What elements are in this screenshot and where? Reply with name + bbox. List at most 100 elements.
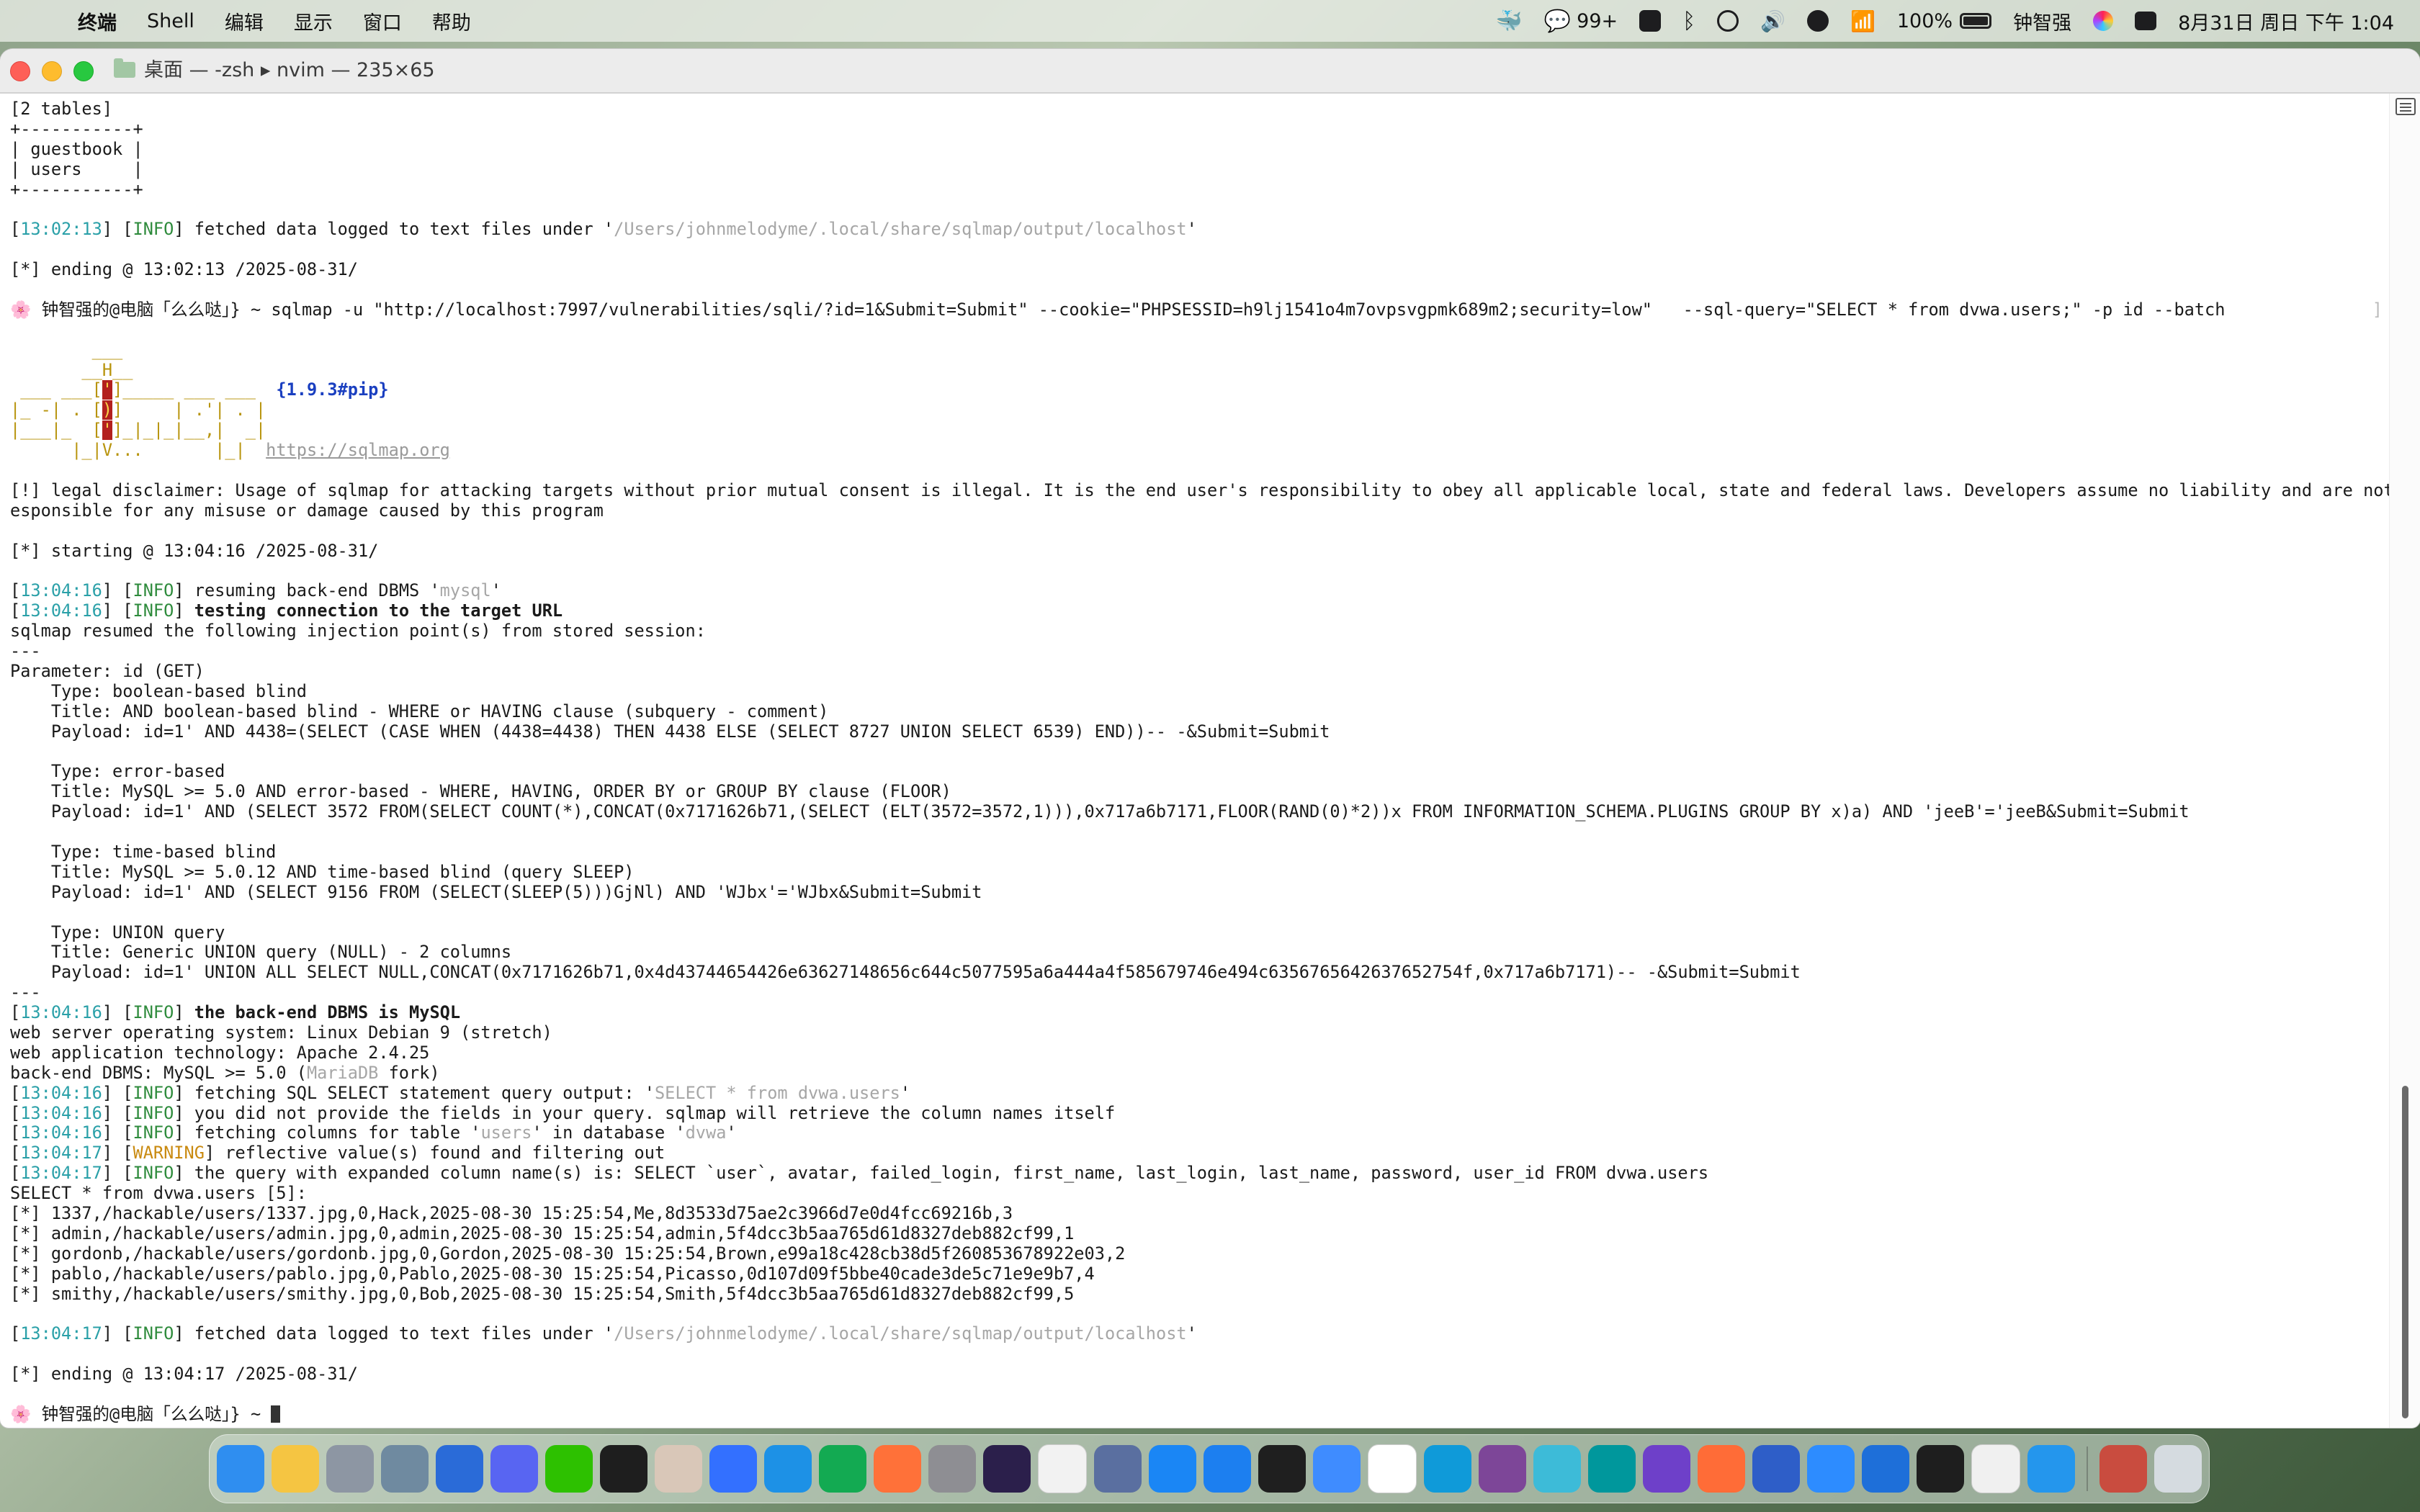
autodesk-icon[interactable] <box>1094 1445 1142 1493</box>
zoom-button[interactable] <box>73 61 94 81</box>
output-line: | guestbook | <box>10 139 143 159</box>
user-name[interactable]: 钟智强 <box>2013 7 2071 35</box>
log-line: [13:04:17] [INFO] fetched data logged to… <box>10 1324 1197 1344</box>
bluetooth-icon[interactable]: ᛒ <box>1682 9 1695 34</box>
vnc-viewer-icon[interactable] <box>1862 1445 1909 1493</box>
mongodb-compass-icon[interactable] <box>819 1445 866 1493</box>
pycharm-icon[interactable] <box>1258 1445 1306 1493</box>
log-segment: fetching SQL SELECT statement query outp… <box>184 1083 655 1103</box>
edge-icon[interactable] <box>1424 1445 1471 1493</box>
result-row: [*] 1337,/hackable/users/1337.jpg,0,Hack… <box>10 1203 1013 1223</box>
menu-window[interactable]: 窗口 <box>363 7 402 35</box>
log-segment: you did not provide the fields in your q… <box>184 1103 1116 1123</box>
github-desktop-icon[interactable] <box>1643 1445 1690 1493</box>
arduino-icon[interactable] <box>1588 1445 1636 1493</box>
prompt-line[interactable]: 🌸 钟智强的@电脑「么么哒」} ~ <box>10 1405 2390 1425</box>
feishu-icon[interactable] <box>709 1445 757 1493</box>
baidu-netdisk-icon[interactable] <box>1313 1445 1361 1493</box>
ramjet-icon[interactable] <box>436 1445 483 1493</box>
discord-icon[interactable] <box>490 1445 538 1493</box>
trash-icon[interactable] <box>2154 1445 2202 1493</box>
output-line: Parameter: id (GET) <box>10 661 205 681</box>
log-segment: the query with expanded column name(s) i… <box>184 1164 1709 1184</box>
output-line: --- <box>10 642 41 662</box>
menu-app-terminal[interactable]: 终端 <box>78 7 117 35</box>
menu-shell[interactable]: Shell <box>147 10 194 32</box>
output-line: | users | <box>10 159 143 179</box>
wechat-status-icon[interactable]: 💬 99+ <box>1544 9 1618 34</box>
control-center-icon[interactable] <box>2135 12 2157 30</box>
close-button[interactable] <box>10 61 30 81</box>
menu-view[interactable]: 显示 <box>294 7 333 35</box>
output-line: [*] starting @ 13:04:16 /2025-08-31/ <box>10 541 379 561</box>
output-line: [!] legal disclaimer: Usage of sqlmap fo… <box>10 480 2390 500</box>
log-time: 13:04:16 <box>20 601 102 621</box>
firefox-dev-icon[interactable] <box>874 1445 921 1493</box>
avatar-app-icon[interactable] <box>655 1445 702 1493</box>
prompt-text: 钟智强的@电脑「么么哒」} ~ <box>41 300 261 320</box>
banner-highlight: ' <box>102 420 113 441</box>
menu-edit[interactable]: 编辑 <box>225 7 264 35</box>
flower-icon: 🌸 <box>10 1404 32 1424</box>
banner-part: |___|_ [ <box>10 420 102 441</box>
log-tag: INFO <box>133 581 174 601</box>
tor-browser-icon[interactable] <box>1479 1445 1526 1493</box>
log-line: [13:04:17] [INFO] the query with expande… <box>10 1164 1709 1184</box>
app-store-icon[interactable] <box>1149 1445 1196 1493</box>
postman-like-icon[interactable] <box>1698 1445 1745 1493</box>
docker-icon[interactable] <box>764 1445 812 1493</box>
ollama-icon[interactable] <box>1038 1444 1087 1493</box>
messages-icon[interactable] <box>928 1445 976 1493</box>
output-line: sqlmap resumed the following injection p… <box>10 621 706 642</box>
output-line: +-----------+ <box>10 119 143 139</box>
docker-status-icon[interactable]: 🐳 <box>1495 9 1522 34</box>
disk-utility-icon[interactable] <box>326 1445 374 1493</box>
finder-icon[interactable] <box>217 1445 264 1493</box>
wifi-icon[interactable]: 📶 <box>1850 9 1876 33</box>
play-status-icon[interactable] <box>1717 10 1739 32</box>
text-edit-icon[interactable] <box>1971 1444 2020 1493</box>
banner-line: ___ <box>10 340 123 360</box>
archive-utility-icon[interactable] <box>381 1445 429 1493</box>
volume-icon[interactable]: 🔊 <box>1760 9 1785 33</box>
pages-icon[interactable] <box>1752 1445 1800 1493</box>
qq-icon[interactable] <box>600 1445 647 1493</box>
xcode-beta-icon[interactable] <box>1204 1445 1251 1493</box>
folder-icon <box>114 58 135 78</box>
game-status-icon[interactable] <box>1807 10 1829 32</box>
terminal-menu-icon[interactable] <box>2396 98 2416 115</box>
window-titlebar[interactable]: 桌面 — -zsh ▸ nvim — 235×65 <box>0 49 2420 94</box>
terminal-icon[interactable] <box>1917 1445 1964 1493</box>
terminal-scrollbar[interactable] <box>2389 94 2420 1428</box>
banner-highlight: ' <box>102 380 113 400</box>
docker-desktop-icon[interactable] <box>2027 1445 2075 1493</box>
burp-suite-icon[interactable] <box>983 1445 1031 1493</box>
battery-status[interactable]: 100% <box>1897 10 1992 32</box>
log-time: 13:02:13 <box>20 220 102 240</box>
output-line: Type: UNION query <box>10 922 225 942</box>
prompt-line: 🌸 钟智强的@电脑「么么哒」} ~ sqlmap -u "http://loca… <box>10 300 2390 320</box>
log-tag: INFO <box>133 1164 174 1184</box>
photo-app-icon[interactable] <box>2099 1445 2147 1493</box>
log-text: testing connection to the target URL <box>184 601 563 621</box>
notes-icon[interactable] <box>272 1445 319 1493</box>
battery-icon <box>1960 13 1992 29</box>
menu-help[interactable]: 帮助 <box>432 7 471 35</box>
result-row: [*] smithy,/hackable/users/smithy.jpg,0,… <box>10 1284 1075 1304</box>
terminal-output[interactable]: [2 tables] +-----------+ | guestbook | |… <box>0 94 2390 1428</box>
menu-clock[interactable]: 8月31日 周日 下午 1:04 <box>2178 7 2394 35</box>
screenshot-status-icon[interactable] <box>1639 10 1662 32</box>
wechat-icon[interactable] <box>545 1445 593 1493</box>
scroll-thumb[interactable] <box>2402 1086 2408 1418</box>
google-icon[interactable] <box>1368 1444 1417 1493</box>
reeder-icon[interactable] <box>1533 1445 1581 1493</box>
sqlmap-url-link[interactable]: https://sqlmap.org <box>266 441 450 460</box>
zoom-icon[interactable] <box>1807 1445 1855 1493</box>
siri-icon[interactable] <box>2093 11 2114 31</box>
minimize-button[interactable] <box>42 61 62 81</box>
